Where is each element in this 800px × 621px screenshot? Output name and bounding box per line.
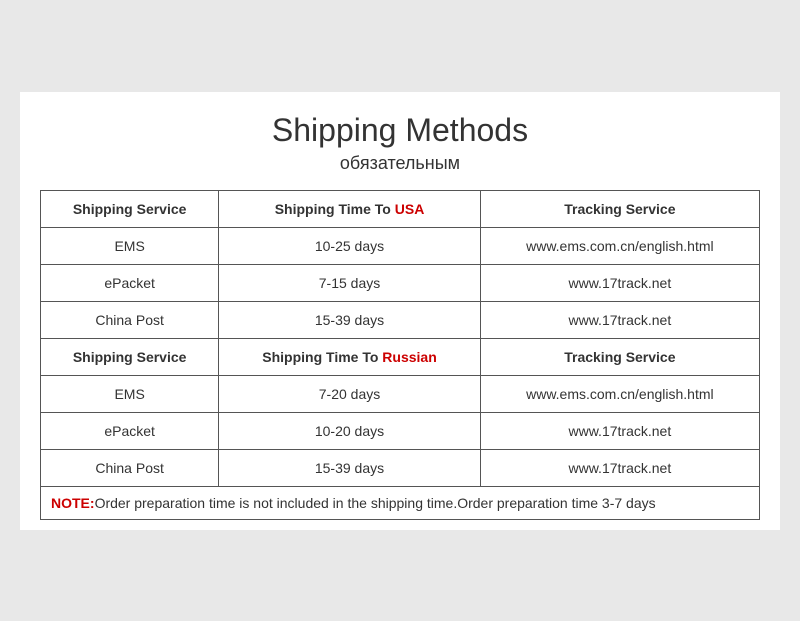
s2-r1-service: EMS — [41, 375, 219, 412]
note-text: Order preparation time is not included i… — [95, 495, 656, 511]
table-row: ePacket 7-15 days www.17track.net — [41, 264, 760, 301]
page-subtitle: обязательным — [40, 153, 760, 174]
section1-header-row: Shipping Service Shipping Time To USA Tr… — [41, 190, 760, 227]
s2-r2-time: 10-20 days — [219, 412, 480, 449]
s1-r3-service: China Post — [41, 301, 219, 338]
s1-r1-tracking: www.ems.com.cn/english.html — [480, 227, 759, 264]
main-container: Shipping Methods обязательным Shipping S… — [20, 92, 780, 530]
s2-r3-time: 15-39 days — [219, 449, 480, 486]
table-row: EMS 10-25 days www.ems.com.cn/english.ht… — [41, 227, 760, 264]
section2-header-row: Shipping Service Shipping Time To Russia… — [41, 338, 760, 375]
section2-col2-prefix: Shipping Time To — [262, 349, 382, 365]
s2-r1-time: 7-20 days — [219, 375, 480, 412]
s1-r2-service: ePacket — [41, 264, 219, 301]
title-section: Shipping Methods обязательным — [40, 112, 760, 174]
s2-r3-tracking: www.17track.net — [480, 449, 759, 486]
s2-r2-service: ePacket — [41, 412, 219, 449]
note-row: NOTE:Order preparation time is not inclu… — [41, 486, 760, 519]
s1-r3-tracking: www.17track.net — [480, 301, 759, 338]
section1-col2-header: Shipping Time To USA — [219, 190, 480, 227]
section2-col3-header: Tracking Service — [480, 338, 759, 375]
section1-col2-prefix: Shipping Time To — [275, 201, 395, 217]
s1-r2-tracking: www.17track.net — [480, 264, 759, 301]
table-row: China Post 15-39 days www.17track.net — [41, 449, 760, 486]
shipping-table: Shipping Service Shipping Time To USA Tr… — [40, 190, 760, 520]
section1-col1-header: Shipping Service — [41, 190, 219, 227]
note-cell: NOTE:Order preparation time is not inclu… — [41, 486, 760, 519]
s2-r1-tracking: www.ems.com.cn/english.html — [480, 375, 759, 412]
section2-col1-header: Shipping Service — [41, 338, 219, 375]
section1-col3-header: Tracking Service — [480, 190, 759, 227]
section1-col2-accent: USA — [395, 201, 425, 217]
table-row: ePacket 10-20 days www.17track.net — [41, 412, 760, 449]
table-row: China Post 15-39 days www.17track.net — [41, 301, 760, 338]
s2-r3-service: China Post — [41, 449, 219, 486]
page-title: Shipping Methods — [40, 112, 760, 149]
section2-col2-accent: Russian — [382, 349, 436, 365]
table-row: EMS 7-20 days www.ems.com.cn/english.htm… — [41, 375, 760, 412]
section2-col2-header: Shipping Time To Russian — [219, 338, 480, 375]
s2-r2-tracking: www.17track.net — [480, 412, 759, 449]
s1-r2-time: 7-15 days — [219, 264, 480, 301]
s1-r1-time: 10-25 days — [219, 227, 480, 264]
note-label: NOTE: — [51, 495, 95, 511]
s1-r1-service: EMS — [41, 227, 219, 264]
s1-r3-time: 15-39 days — [219, 301, 480, 338]
